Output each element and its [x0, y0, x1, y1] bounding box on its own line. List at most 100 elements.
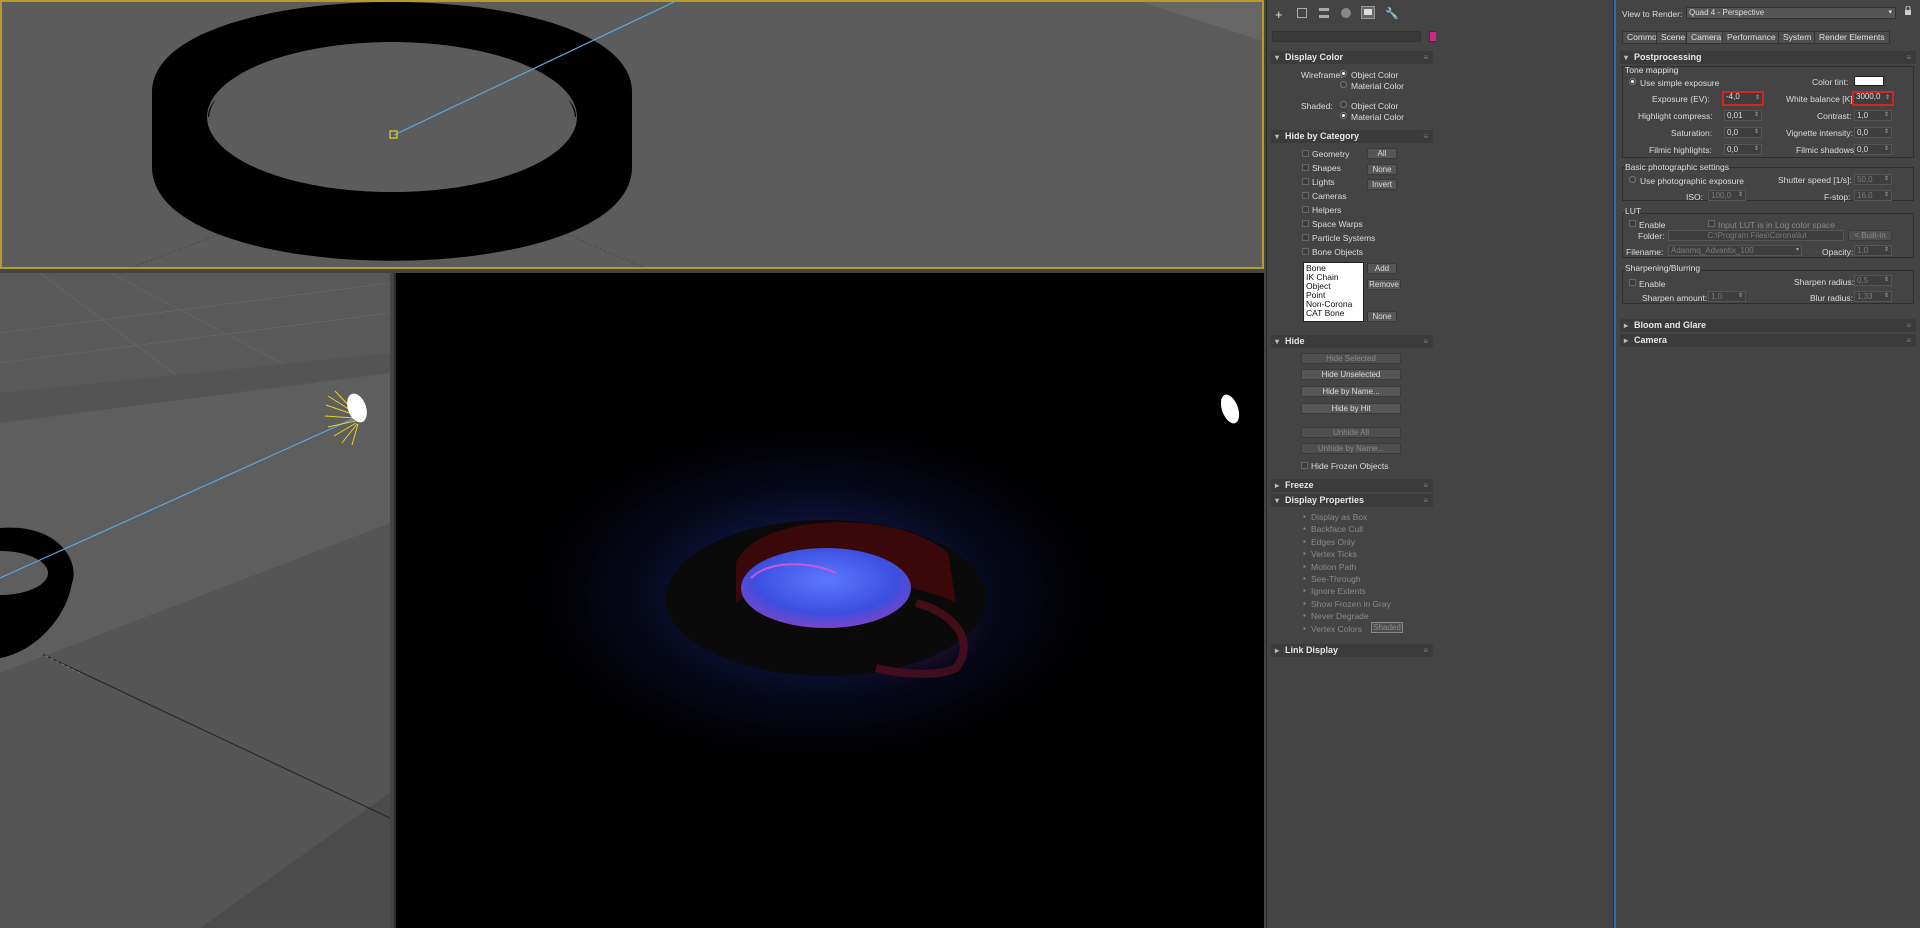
category-all-button[interactable]: All [1367, 148, 1397, 159]
command-panel: + 🔧 Display Color Wireframe: Object Colo… [1266, 0, 1438, 928]
exposure-field[interactable]: -4,0 ⇕ [1722, 91, 1764, 106]
wireframe-material-color-radio[interactable] [1340, 81, 1347, 88]
hide-unselected-button[interactable]: Hide Unselected [1301, 369, 1401, 380]
display-property-checkbox[interactable]: ▪ [1303, 512, 1308, 521]
hide-by-hit-button[interactable]: Hide by Hit [1301, 403, 1401, 414]
category-invert-button[interactable]: Invert [1367, 179, 1397, 190]
display-property-checkbox[interactable]: ▪ [1303, 524, 1308, 533]
view-to-render-dropdown[interactable]: Quad 4 - Perspective ▾ [1686, 7, 1896, 19]
display-property-checkbox[interactable]: ▪ [1303, 586, 1308, 595]
color-tint-swatch[interactable] [1854, 76, 1884, 86]
rollout-camera[interactable]: Camera [1620, 334, 1916, 347]
tab-system[interactable]: System [1778, 31, 1817, 44]
category-lights-checkbox[interactable] [1302, 178, 1309, 185]
lut-enable-checkbox[interactable] [1629, 220, 1636, 227]
opacity-field[interactable]: 1,0 ⇕ [1854, 245, 1892, 256]
display-property-checkbox[interactable]: ▪ [1303, 574, 1308, 583]
category-remove-button[interactable]: Remove [1367, 279, 1401, 290]
shaded-object-color-radio[interactable] [1340, 101, 1347, 108]
filmic-shadows-value: 0,0 [1857, 145, 1869, 154]
unhide-by-name-button[interactable]: Unhide by Name... [1301, 443, 1401, 454]
sharpen-radius-field[interactable]: 0,5 ⇕ [1854, 275, 1892, 286]
blur-radius-field[interactable]: 1,33 ⇕ [1854, 291, 1892, 302]
saturation-field[interactable]: 0,0 ⇕ [1724, 127, 1762, 138]
rollout-hide[interactable]: Hide [1271, 335, 1433, 348]
render-setup-panel: View to Render: Quad 4 - Perspective ▾ C… [1614, 0, 1920, 928]
tab-scene[interactable]: Scene [1656, 31, 1691, 44]
display-property-checkbox[interactable]: ▪ [1303, 537, 1308, 546]
shutter-speed-field[interactable]: 50,0 ⇕ [1854, 174, 1892, 185]
wireframe-material-color-label: Material Color [1351, 81, 1404, 91]
category-none2-button[interactable]: None [1367, 311, 1397, 322]
iso-value: 100,0 [1711, 191, 1732, 200]
hide-by-name-button[interactable]: Hide by Name... [1301, 386, 1401, 397]
viewport-perspective[interactable] [0, 273, 390, 928]
rollout-postprocessing[interactable]: Postprocessing [1620, 51, 1916, 64]
category-cameras-checkbox[interactable] [1302, 192, 1309, 199]
view-to-render-label: View to Render: [1622, 9, 1683, 19]
lut-log-checkbox[interactable] [1708, 220, 1715, 227]
filename-label: Filename: [1626, 247, 1664, 257]
hide-frozen-checkbox[interactable] [1301, 462, 1308, 469]
white-balance-field[interactable]: 3000,0 ⇕ [1852, 91, 1894, 106]
display-property-checkbox[interactable]: ▪ [1303, 562, 1308, 571]
use-simple-exposure-radio[interactable] [1629, 78, 1636, 85]
category-listbox[interactable]: Bone IK Chain Object Point Non-Corona CAT Bo… [1303, 262, 1364, 322]
create-icon[interactable]: + [1275, 7, 1283, 22]
filmic-highlights-field[interactable]: 0,0 ⇕ [1724, 144, 1762, 155]
folder-field[interactable]: C:\Program Files\Corona\lut [1668, 230, 1844, 241]
saturation-label: Saturation: [1671, 128, 1713, 138]
category-space-warps-checkbox[interactable] [1302, 220, 1309, 227]
rollout-freeze[interactable]: Freeze [1271, 479, 1433, 492]
rollout-hide-by-category[interactable]: Hide by Category [1271, 130, 1433, 143]
tab-render-elements[interactable]: Render Elements [1814, 31, 1890, 44]
modify-icon[interactable] [1297, 8, 1307, 18]
utilities-icon[interactable]: 🔧 [1385, 7, 1399, 20]
motion-icon[interactable] [1341, 8, 1351, 18]
contrast-field[interactable]: 1,0 ⇕ [1854, 110, 1892, 121]
wireframe-object-color-radio[interactable] [1340, 70, 1347, 77]
viewport-top[interactable] [0, 0, 1264, 269]
category-bone-objects-checkbox[interactable] [1302, 248, 1309, 255]
category-helpers-checkbox[interactable] [1302, 206, 1309, 213]
fstop-field[interactable]: 16,0 ⇕ [1854, 190, 1892, 201]
display-icon[interactable] [1361, 6, 1375, 19]
display-property-checkbox[interactable]: ▪ [1303, 599, 1308, 608]
filmic-shadows-label: Filmic shadows: [1796, 145, 1857, 155]
vertex-colors-shaded-button[interactable]: Shaded [1371, 622, 1403, 633]
sharpen-amount-field[interactable]: 1,0 ⇕ [1708, 291, 1746, 302]
hierarchy-icon[interactable] [1319, 8, 1329, 18]
lock-icon[interactable] [1904, 5, 1912, 16]
rollout-bloom-glare[interactable]: Bloom and Glare [1620, 319, 1916, 332]
category-particle-systems-checkbox[interactable] [1302, 234, 1309, 241]
unhide-all-button[interactable]: Unhide All [1301, 427, 1401, 438]
display-property-checkbox[interactable]: ▪ [1303, 624, 1308, 633]
rollout-display-properties[interactable]: Display Properties [1271, 494, 1433, 507]
category-item-label: Helpers [1312, 205, 1342, 215]
use-photo-exposure-radio[interactable] [1629, 176, 1636, 183]
vignette-field[interactable]: 0,0 ⇕ [1854, 127, 1892, 138]
shaded-material-color-radio[interactable] [1340, 112, 1347, 119]
display-property-checkbox[interactable]: ▪ [1303, 611, 1308, 620]
filmic-shadows-field[interactable]: 0,0 ⇕ [1854, 144, 1892, 155]
rollout-display-color[interactable]: Display Color [1271, 51, 1433, 64]
iso-field[interactable]: 100,0 ⇕ [1708, 190, 1746, 201]
tab-camera[interactable]: Camera [1686, 31, 1727, 44]
category-listbox-item[interactable]: CAT Bone [1306, 309, 1361, 318]
tab-performance[interactable]: Performance [1722, 31, 1781, 44]
category-geometry-checkbox[interactable] [1302, 150, 1309, 157]
hide-selected-button[interactable]: Hide Selected [1301, 353, 1401, 364]
highlight-compress-field[interactable]: 0,01 ⇕ [1724, 110, 1762, 121]
display-property-checkbox[interactable]: ▪ [1303, 549, 1308, 558]
display-property-label: Show Frozen in Gray [1311, 598, 1391, 609]
builtin-button[interactable]: < Built-in [1848, 230, 1892, 241]
category-shapes-checkbox[interactable] [1302, 164, 1309, 171]
filename-dropdown[interactable]: Adanmq_Advantix_100 ▾ [1668, 245, 1802, 256]
rollout-link-display[interactable]: Link Display [1271, 644, 1433, 657]
category-add-button[interactable]: Add [1367, 263, 1397, 274]
category-none-button[interactable]: None [1367, 164, 1397, 175]
object-name-field[interactable] [1272, 31, 1421, 42]
category-listbox-item[interactable]: IK Chain Object [1306, 273, 1361, 291]
sharpening-enable-checkbox[interactable] [1629, 279, 1636, 286]
viewport-render[interactable] [394, 273, 1264, 928]
